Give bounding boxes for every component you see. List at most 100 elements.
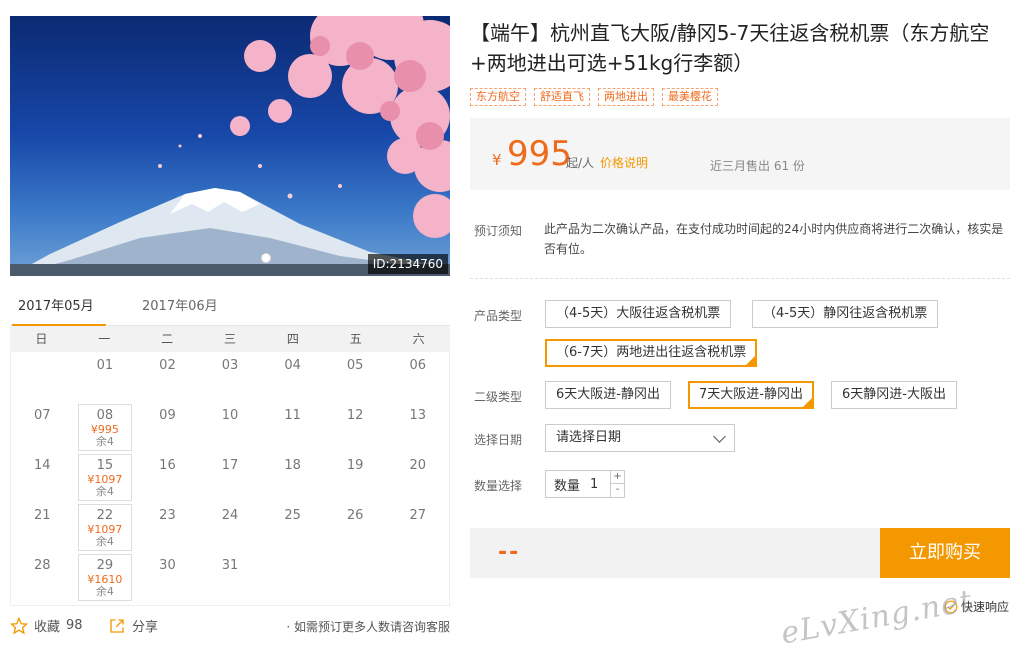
day-number: 23 xyxy=(159,508,176,523)
subtype-option-1[interactable]: 6天大阪进-静冈出 xyxy=(545,381,671,409)
calendar-day-available[interactable]: 22 ¥1097 余4 xyxy=(74,502,137,552)
subtype-option-2[interactable]: 7天大阪进-静冈出 xyxy=(688,381,814,409)
product-tags: 东方航空 舒适直飞 两地进出 最美樱花 xyxy=(470,88,718,106)
notice-label: 预订须知 xyxy=(474,224,523,238)
calendar-day: 09 xyxy=(136,402,199,452)
calendar-day: 16 xyxy=(136,452,199,502)
calendar-month-tabs: 2017年05月 2017年06月 xyxy=(10,290,450,327)
price-explanation-link[interactable]: 价格说明 xyxy=(600,154,648,171)
calendar-day: 03 xyxy=(199,352,262,402)
product-type-label: 产品类型 xyxy=(474,309,523,323)
calendar-day: 02 xyxy=(136,352,199,402)
tab-month-june[interactable]: 2017年06月 xyxy=(136,297,224,326)
day-number: 22 xyxy=(96,508,114,523)
tag: 舒适直飞 xyxy=(534,88,590,106)
day-number: 08 xyxy=(96,408,114,423)
day-number: 31 xyxy=(221,558,239,573)
price-unit: 起/人 xyxy=(566,156,595,170)
calendar-day: 25 xyxy=(261,502,324,552)
calendar-day: 04 xyxy=(261,352,324,402)
day-number: 20 xyxy=(409,458,427,473)
day-number: 04 xyxy=(284,358,301,373)
quantity-field-label: 数量 xyxy=(554,478,581,494)
share-button[interactable]: 分享 xyxy=(108,616,158,635)
calendar-day: 26 xyxy=(324,502,387,552)
action-bar: 收藏 98 分享 · 如需预订更多人数请咨询客服 xyxy=(10,614,450,638)
day-number: 03 xyxy=(221,358,239,373)
product-type-option-osaka[interactable]: （4-5天）大阪往返含税机票 xyxy=(545,300,732,328)
favorite-count: 98 xyxy=(66,618,83,633)
calendar-day: 27 xyxy=(386,502,449,552)
calendar-day: 23 xyxy=(136,502,199,552)
quantity-increment-button[interactable]: + xyxy=(611,471,624,484)
weekday-label: 二 xyxy=(161,332,174,346)
price-amount: 995 xyxy=(507,134,572,174)
date-label: 选择日期 xyxy=(474,433,523,447)
total-bar: -- xyxy=(470,528,880,578)
day-number: 27 xyxy=(409,508,427,523)
calendar-day: 14 xyxy=(11,452,74,502)
carousel-dot[interactable] xyxy=(261,253,271,263)
quantity-decrement-button[interactable]: - xyxy=(611,484,624,497)
calendar-day xyxy=(11,352,74,402)
weekday-label: 六 xyxy=(412,332,425,346)
calendar-day-available[interactable]: 29 ¥1610 余4 xyxy=(74,552,137,602)
calendar-day xyxy=(261,552,324,602)
day-number: 30 xyxy=(159,558,176,573)
calendar-day: 28 xyxy=(11,552,74,602)
day-number: 15 xyxy=(96,458,114,473)
day-number: 02 xyxy=(159,358,176,373)
calendar-day: 01 xyxy=(74,352,137,402)
product-image[interactable]: ID:2134760 xyxy=(10,16,450,276)
product-type-option-two-city[interactable]: （6-7天）两地进出往返含税机票 xyxy=(545,339,758,367)
date-select[interactable]: 请选择日期 xyxy=(545,424,735,452)
watermark: eLvXing.net xyxy=(778,583,976,652)
buy-now-button[interactable]: 立即购买 xyxy=(880,528,1010,578)
day-remaining: 余4 xyxy=(95,585,114,598)
calendar-day: 12 xyxy=(324,402,387,452)
date-select-placeholder: 请选择日期 xyxy=(556,430,622,445)
day-number: 09 xyxy=(159,408,176,423)
calendar-day: 06 xyxy=(386,352,449,402)
product-type-option-shizuoka[interactable]: （4-5天）静冈往返含税机票 xyxy=(752,300,939,328)
day-remaining: 余4 xyxy=(95,485,114,498)
calendar-day: 05 xyxy=(324,352,387,402)
mount-fuji-illustration xyxy=(10,16,450,276)
chevron-down-icon xyxy=(713,430,726,443)
weekday-label: 日 xyxy=(35,332,48,346)
day-number: 18 xyxy=(284,458,301,473)
day-number: 17 xyxy=(221,458,239,473)
calendar-day: 10 xyxy=(199,402,262,452)
calendar-day: 20 xyxy=(386,452,449,502)
day-number: 16 xyxy=(159,458,176,473)
quantity-steps: + - xyxy=(610,471,624,497)
calendar-day-available[interactable]: 15 ¥1097 余4 xyxy=(74,452,137,502)
sold-count: 近三月售出 61 份 xyxy=(710,159,805,173)
subtype-option-3[interactable]: 6天静冈进-大阪出 xyxy=(831,381,957,409)
calendar-day xyxy=(324,552,387,602)
total-price: -- xyxy=(498,540,521,565)
day-number: 13 xyxy=(409,408,427,423)
quantity-value[interactable]: 1 xyxy=(590,477,610,492)
calendar-week-row: 28 29 ¥1610 余4 30 31 xyxy=(11,552,449,602)
calendar-day: 31 xyxy=(199,552,262,602)
tab-month-may[interactable]: 2017年05月 xyxy=(12,297,106,327)
day-number: 05 xyxy=(346,358,364,373)
calendar-day-available[interactable]: 08 ¥995 余4 xyxy=(74,402,137,452)
day-remaining: 余4 xyxy=(95,435,114,448)
calendar-day: 24 xyxy=(199,502,262,552)
day-number: 12 xyxy=(346,408,364,423)
tag: 两地进出 xyxy=(598,88,654,106)
quantity-label: 数量选择 xyxy=(474,479,523,493)
day-number: 07 xyxy=(34,408,51,423)
calendar-grid: 01 02 03 04 05 06 07 08 ¥995 余4 09 10 11 12 13 14 15 ¥109… xyxy=(10,352,450,606)
price-currency: ¥ xyxy=(492,151,502,169)
product-title: 【端午】杭州直飞大阪/静冈5-7天往返含税机票（东方航空+两地进出可选+51kg… xyxy=(470,21,990,75)
day-number: 01 xyxy=(96,358,114,373)
weekday-label: 三 xyxy=(224,332,237,346)
share-label: 分享 xyxy=(132,620,159,635)
favorite-button[interactable]: 收藏 98 xyxy=(10,616,83,635)
day-number: 26 xyxy=(346,508,364,523)
day-number: 19 xyxy=(346,458,364,473)
weekday-label: 五 xyxy=(349,332,362,346)
